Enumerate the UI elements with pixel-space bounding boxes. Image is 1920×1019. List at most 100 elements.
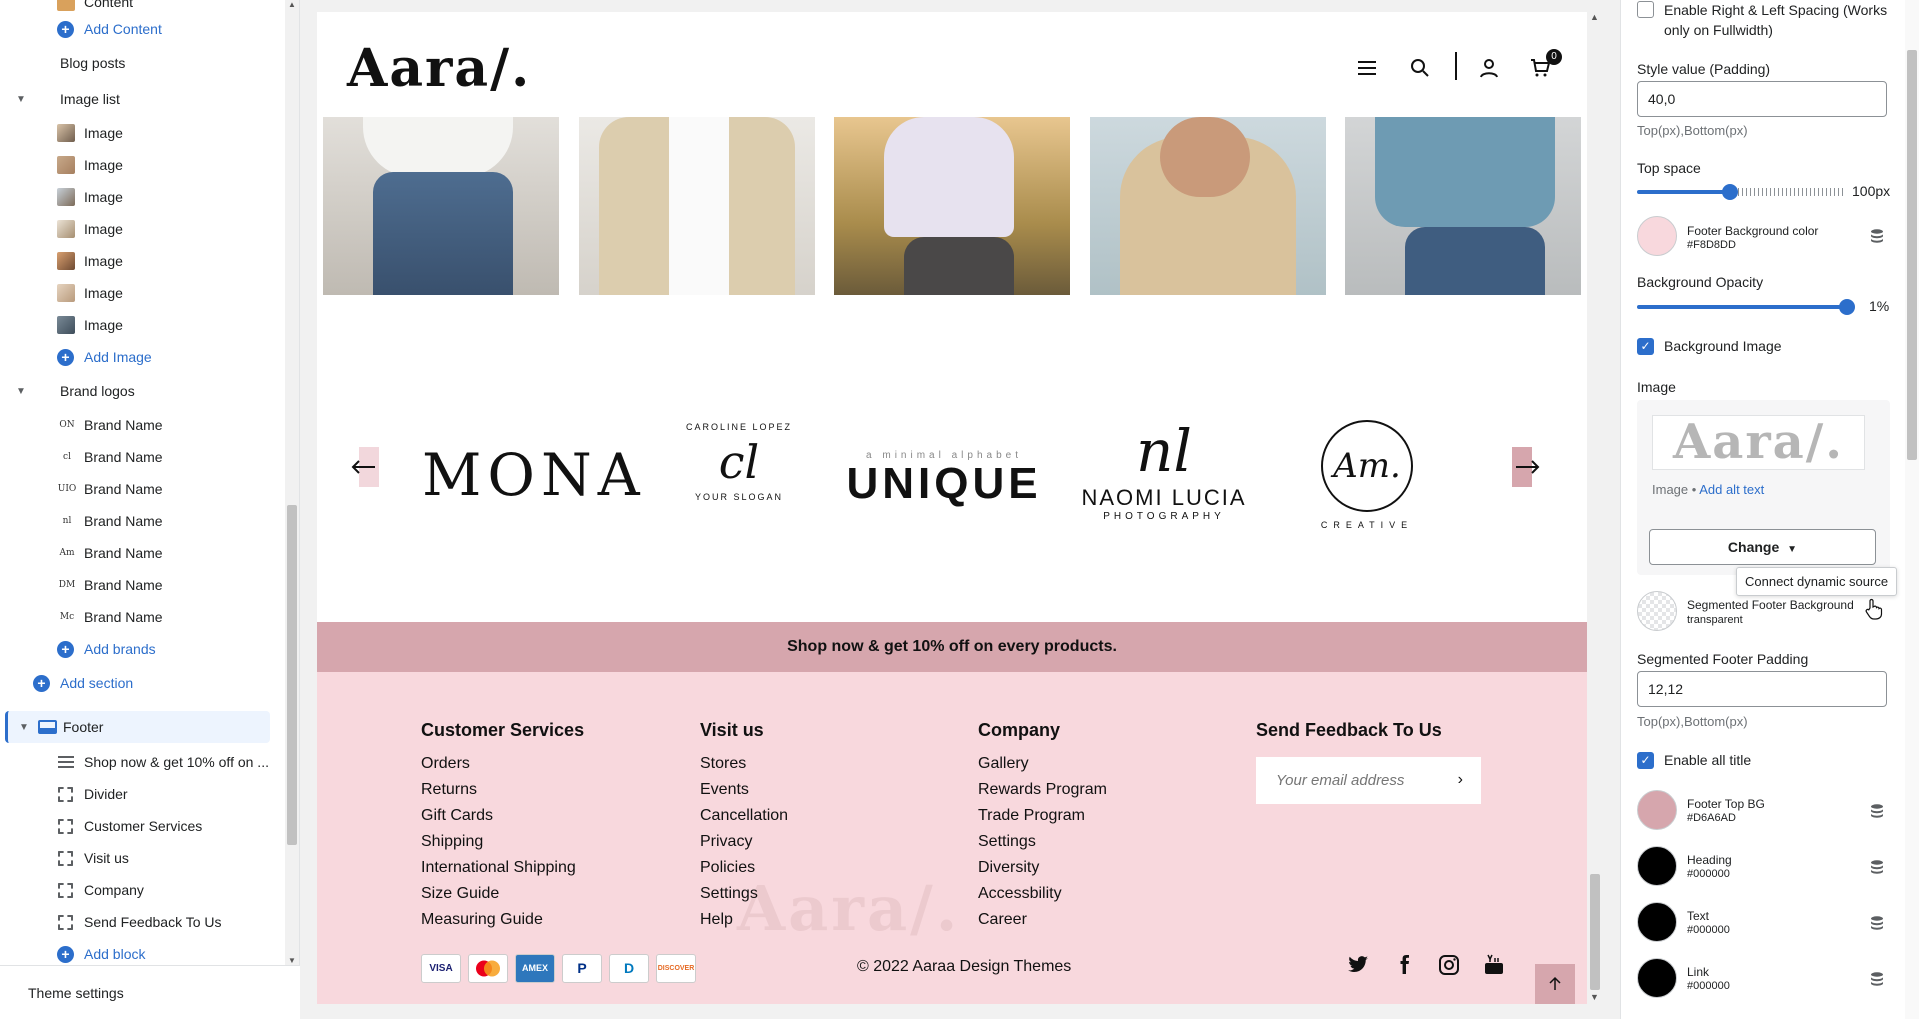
theme-settings-button[interactable]: Theme settings — [0, 965, 300, 1019]
text-color-swatch[interactable] — [1637, 902, 1677, 942]
scroll-up-arrow-icon[interactable]: ▲ — [288, 0, 296, 9]
footer-link[interactable]: Returns — [421, 777, 584, 803]
search-icon[interactable] — [1408, 56, 1432, 80]
tree-block-divider[interactable]: Divider — [0, 778, 280, 810]
enable-all-title-checkbox[interactable]: ✓ — [1637, 752, 1654, 769]
tree-item-image[interactable]: Image — [0, 309, 280, 341]
tree-item-image[interactable]: Image — [0, 277, 280, 309]
footer-link[interactable]: Cancellation — [700, 803, 788, 829]
tree-item-brand[interactable]: ON Brand Name — [0, 409, 280, 441]
change-image-button[interactable]: Change ▼ — [1649, 529, 1876, 565]
footer-bg-color-swatch[interactable] — [1637, 216, 1677, 256]
caret-down-icon[interactable]: ▼ — [16, 386, 26, 397]
footer-link[interactable]: Rewards Program — [978, 777, 1107, 803]
scroll-down-arrow-icon[interactable]: ▼ — [288, 956, 296, 965]
scroll-up-arrow-icon[interactable]: ▲ — [1590, 12, 1599, 22]
bg-image-preview[interactable]: Aara/. — [1652, 415, 1865, 470]
tree-item-image[interactable]: Image — [0, 181, 280, 213]
caret-down-icon[interactable]: ▼ — [16, 94, 26, 105]
footer-link[interactable]: Measuring Guide — [421, 907, 584, 933]
brand-logo-unique[interactable]: a minimal alphabet UNIQUE — [839, 450, 1049, 507]
footer-link[interactable]: International Shipping — [421, 855, 584, 881]
tree-item-brand[interactable]: Am Brand Name — [0, 537, 280, 569]
tree-item-image[interactable]: Image — [0, 117, 280, 149]
tree-block-customer-services[interactable]: Customer Services — [0, 810, 280, 842]
instagram-icon[interactable] — [1437, 953, 1461, 977]
tree-block-promo[interactable]: Shop now & get 10% off on ... — [0, 746, 280, 778]
brand-logo-naomi[interactable]: nl NAOMI LUCIA PHOTOGRAPHY — [1073, 417, 1255, 522]
top-space-slider-track[interactable] — [1730, 188, 1844, 196]
scrollbar-thumb[interactable] — [1590, 874, 1600, 990]
slider-prev-arrow-icon[interactable] — [347, 447, 379, 487]
footer-link[interactable]: Accessbility — [978, 881, 1107, 907]
back-to-top-button[interactable] — [1535, 964, 1575, 1004]
footer-link[interactable]: Gallery — [978, 751, 1107, 777]
brand-logo-caroline[interactable]: CAROLINE LOPEZ cl YOUR SLOGAN — [674, 422, 804, 542]
scroll-down-arrow-icon[interactable]: ▼ — [1590, 992, 1599, 1002]
footer-link[interactable]: Size Guide — [421, 881, 584, 907]
tree-item-image[interactable]: Image — [0, 149, 280, 181]
tree-block-visit-us[interactable]: Visit us — [0, 842, 280, 874]
top-space-slider-knob[interactable] — [1722, 184, 1738, 200]
footer-link[interactable]: Diversity — [978, 855, 1107, 881]
gallery-image[interactable] — [834, 117, 1070, 295]
enable-spacing-checkbox[interactable] — [1637, 1, 1654, 18]
tree-item-brand-logos[interactable]: ▼ Brand logos — [0, 375, 280, 407]
gallery-image[interactable] — [1090, 117, 1326, 295]
tree-item-blog-posts[interactable]: Blog posts — [0, 47, 280, 79]
footer-link[interactable]: Gift Cards — [421, 803, 584, 829]
footer-link[interactable]: Help — [700, 907, 788, 933]
bg-opacity-slider-knob[interactable] — [1839, 299, 1855, 315]
bg-image-checkbox[interactable]: ✓ — [1637, 338, 1654, 355]
footer-link[interactable]: Events — [700, 777, 788, 803]
footer-link[interactable]: Policies — [700, 855, 788, 881]
chevron-right-icon[interactable]: › — [1458, 771, 1463, 789]
heading-color-swatch[interactable] — [1637, 846, 1677, 886]
youtube-icon[interactable] — [1482, 953, 1506, 977]
footer-link[interactable]: Career — [978, 907, 1107, 933]
caret-down-icon[interactable]: ▼ — [19, 722, 29, 733]
slider-next-arrow-icon[interactable] — [1512, 447, 1544, 487]
style-value-input[interactable] — [1637, 81, 1887, 117]
tree-block-feedback[interactable]: Send Feedback To Us — [0, 906, 280, 938]
twitter-icon[interactable] — [1346, 953, 1370, 977]
tree-item-brand[interactable]: nl Brand Name — [0, 505, 280, 537]
footer-link[interactable]: Settings — [700, 881, 788, 907]
tree-item-image[interactable]: Image — [0, 213, 280, 245]
add-section-button[interactable]: + Add section — [0, 667, 280, 699]
tree-scrollbar[interactable]: ▲ ▼ — [285, 0, 299, 965]
dynamic-source-icon[interactable] — [1869, 228, 1885, 244]
tree-item-image[interactable]: Image — [0, 245, 280, 277]
dynamic-source-icon[interactable] — [1869, 859, 1885, 875]
bg-opacity-slider-fill[interactable] — [1637, 305, 1847, 309]
tree-item-image-list[interactable]: ▼ Image list — [0, 83, 280, 115]
tree-item-brand[interactable]: DM Brand Name — [0, 569, 280, 601]
link-color-swatch[interactable] — [1637, 958, 1677, 998]
add-alt-text-link[interactable]: Add alt text — [1699, 482, 1764, 497]
dynamic-source-icon[interactable] — [1869, 971, 1885, 987]
footer-link[interactable]: Shipping — [421, 829, 584, 855]
dynamic-source-icon[interactable] — [1869, 803, 1885, 819]
footer-link[interactable]: Trade Program — [978, 803, 1107, 829]
settings-scrollbar[interactable] — [1905, 0, 1919, 1019]
footer-link[interactable]: Settings — [978, 829, 1107, 855]
tree-item-footer[interactable]: ▼ Footer — [5, 711, 270, 743]
gallery-image[interactable] — [579, 117, 815, 295]
gallery-image[interactable] — [323, 117, 559, 295]
footer-link[interactable]: Orders — [421, 751, 584, 777]
segmented-bg-color-swatch[interactable] — [1637, 591, 1677, 631]
segmented-padding-input[interactable] — [1637, 671, 1887, 707]
add-block-button[interactable]: + Add block — [0, 938, 280, 965]
add-content-button[interactable]: + Add Content — [0, 13, 280, 45]
store-logo[interactable]: Aara/. — [347, 38, 531, 99]
dynamic-source-icon[interactable] — [1869, 915, 1885, 931]
facebook-icon[interactable] — [1392, 953, 1416, 977]
footer-top-bg-swatch[interactable] — [1637, 790, 1677, 830]
top-space-slider-fill[interactable] — [1637, 190, 1730, 194]
scrollbar-thumb[interactable] — [1907, 50, 1917, 460]
tree-block-company[interactable]: Company — [0, 874, 280, 906]
add-brands-button[interactable]: + Add brands — [0, 633, 280, 665]
tree-item-brand[interactable]: cl Brand Name — [0, 441, 280, 473]
brand-logo-am[interactable]: Am. CREATIVE — [1307, 420, 1427, 530]
add-image-button[interactable]: + Add Image — [0, 341, 280, 373]
